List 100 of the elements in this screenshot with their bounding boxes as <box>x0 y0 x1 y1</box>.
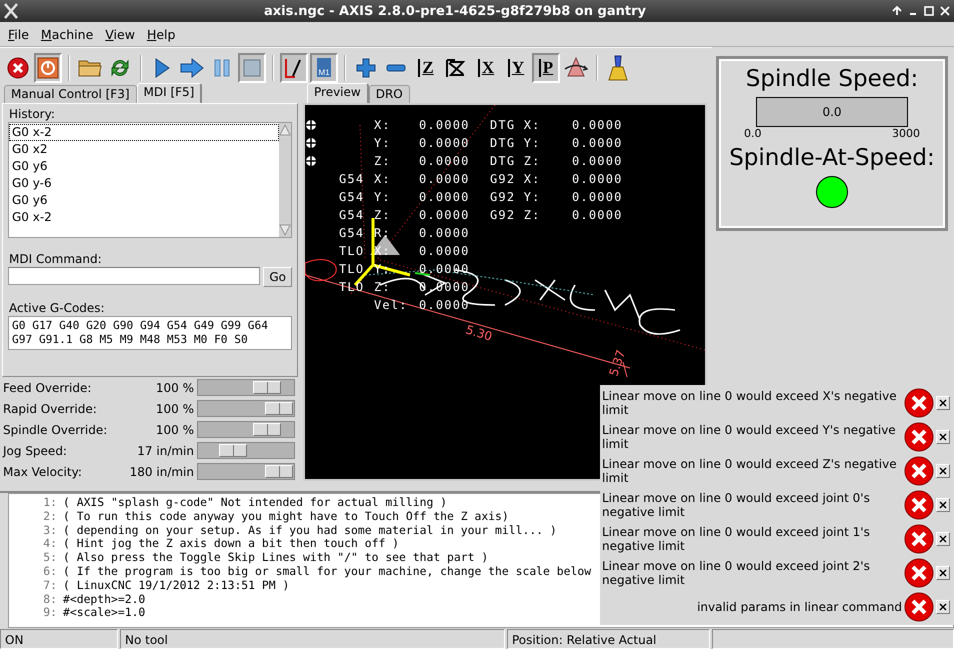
slider-track[interactable] <box>197 400 295 417</box>
dro-label: Y: <box>374 136 391 150</box>
dismiss-button[interactable] <box>936 600 950 614</box>
history-item[interactable]: G0 x-2 <box>9 124 279 141</box>
toolbar-button[interactable] <box>34 52 62 82</box>
right-arrow-icon <box>180 56 204 78</box>
scale-max: 3000 <box>892 127 920 140</box>
status-field: ON <box>0 629 118 649</box>
slider-track[interactable] <box>197 442 295 459</box>
dro-label: DTG Z: <box>490 154 541 168</box>
slider-value: 100 % <box>154 422 195 436</box>
dro-value: 0.0000 <box>419 118 470 132</box>
slider-track[interactable] <box>197 421 295 438</box>
slider-thumb[interactable] <box>265 402 293 415</box>
plus-icon <box>356 58 376 78</box>
line-number: 9: <box>42 606 58 620</box>
error-icon <box>904 388 934 418</box>
dismiss-button[interactable] <box>936 430 950 444</box>
scrollbar[interactable] <box>279 123 291 237</box>
tab[interactable]: Preview <box>307 83 369 103</box>
gcodes-line: G97 G91.1 G8 M5 M9 M48 M53 M0 F0 S0 <box>12 333 249 347</box>
error-icon <box>904 456 934 486</box>
dro-value: 0.0000 <box>419 244 470 258</box>
code-line: ( To run this code anyway you might have to Touch Off the Z axis) <box>63 510 509 524</box>
dro-value: 0.0000 <box>419 298 470 312</box>
dro-label: G92 Y: <box>490 190 541 204</box>
scale-label: 5.30 <box>464 322 494 344</box>
error-icon <box>904 524 934 554</box>
error-message: invalid params in linear command <box>697 600 902 614</box>
menu-item[interactable]: Help <box>140 24 182 44</box>
dro-label: TLO <box>339 262 364 276</box>
spindle-speed-value: 0.0 <box>822 105 842 119</box>
dro-value: 0.0000 <box>419 154 470 168</box>
tab[interactable]: MDI [F5] <box>136 83 202 103</box>
play-icon <box>153 56 171 78</box>
status-field: No tool <box>120 629 505 649</box>
view-button[interactable]: X <box>472 52 500 82</box>
slider-thumb[interactable] <box>218 444 247 457</box>
menu-item[interactable]: View <box>99 24 141 44</box>
view-button[interactable]: P <box>532 52 560 82</box>
toolbar-button[interactable] <box>280 52 308 82</box>
line-number: 6: <box>42 564 58 579</box>
history-item[interactable]: G0 x2 <box>9 141 279 158</box>
dro-label: Z: <box>374 280 391 294</box>
square-icon <box>243 58 261 76</box>
minus-icon <box>386 64 406 72</box>
close-icon <box>939 569 947 577</box>
dismiss-button[interactable] <box>936 566 950 580</box>
optional-stop-button[interactable]: M1 <box>310 52 338 82</box>
menu-item[interactable]: Machine <box>34 24 100 44</box>
slider-track[interactable] <box>197 379 295 396</box>
history-label: History: <box>9 107 56 121</box>
history-item[interactable]: G0 y-6 <box>9 175 279 192</box>
dismiss-button[interactable] <box>936 396 950 410</box>
slider-thumb[interactable] <box>253 381 282 394</box>
stop-sign-icon <box>7 56 29 78</box>
close-icon <box>939 501 947 509</box>
dro-label: G54 <box>339 190 364 204</box>
dro-value: 0.0000 <box>572 118 623 132</box>
command-input[interactable] <box>8 267 260 285</box>
slider-label: Spindle Override: <box>3 422 108 436</box>
dro-value: 0.0000 <box>419 172 470 186</box>
tab[interactable]: Manual Control [F3] <box>4 85 137 103</box>
line-number: 2: <box>42 510 58 524</box>
rotated-letter-icon <box>445 56 467 78</box>
slider-thumb[interactable] <box>265 465 293 478</box>
maximize-icon[interactable] <box>924 6 934 16</box>
scale-label: 5.37 <box>606 348 628 378</box>
dro-label: Z: <box>374 208 391 222</box>
history-item[interactable]: G0 y6 <box>9 158 279 175</box>
view-button[interactable]: Y <box>502 52 530 82</box>
close-icon[interactable] <box>940 6 950 16</box>
tab[interactable]: DRO <box>368 85 410 103</box>
go-button[interactable]: Go <box>263 267 292 287</box>
code-line: #<scale>=1.0 <box>63 606 146 620</box>
dismiss-button[interactable] <box>936 498 950 512</box>
dro-label: X: <box>374 118 391 132</box>
at-speed-title: Spindle-At-Speed: <box>729 144 935 172</box>
slider-thumb[interactable] <box>253 423 282 436</box>
close-icon <box>939 467 947 475</box>
dro-label: Y: <box>374 190 391 204</box>
menu-item[interactable]: File <box>2 24 35 44</box>
history-item[interactable]: G0 x-2 <box>9 209 279 226</box>
line-number: 1: <box>42 496 58 510</box>
reload-icon <box>109 56 131 78</box>
slider-track[interactable] <box>197 463 295 480</box>
history-item[interactable]: G0 y6 <box>9 192 279 209</box>
dismiss-button[interactable] <box>936 464 950 478</box>
gcodes-line: G0 G17 G40 G20 G90 G94 G54 G49 G99 G64 <box>12 319 269 333</box>
dro-label: R: <box>374 226 391 240</box>
error-message: Linear move on line 0 would exceed Y's negative limit <box>602 423 897 451</box>
dismiss-button[interactable] <box>936 532 950 546</box>
dro-value: 0.0000 <box>572 154 623 168</box>
slider-value: 100 % <box>154 380 195 394</box>
code-line: ( LinuxCNC 19/1/2012 2:13:51 PM ) <box>63 578 290 593</box>
folder-icon <box>78 58 102 78</box>
view-button[interactable]: Z <box>412 52 440 82</box>
up-arrow-icon[interactable] <box>892 6 902 16</box>
power-icon <box>37 56 59 78</box>
line-number: 8: <box>42 592 58 606</box>
